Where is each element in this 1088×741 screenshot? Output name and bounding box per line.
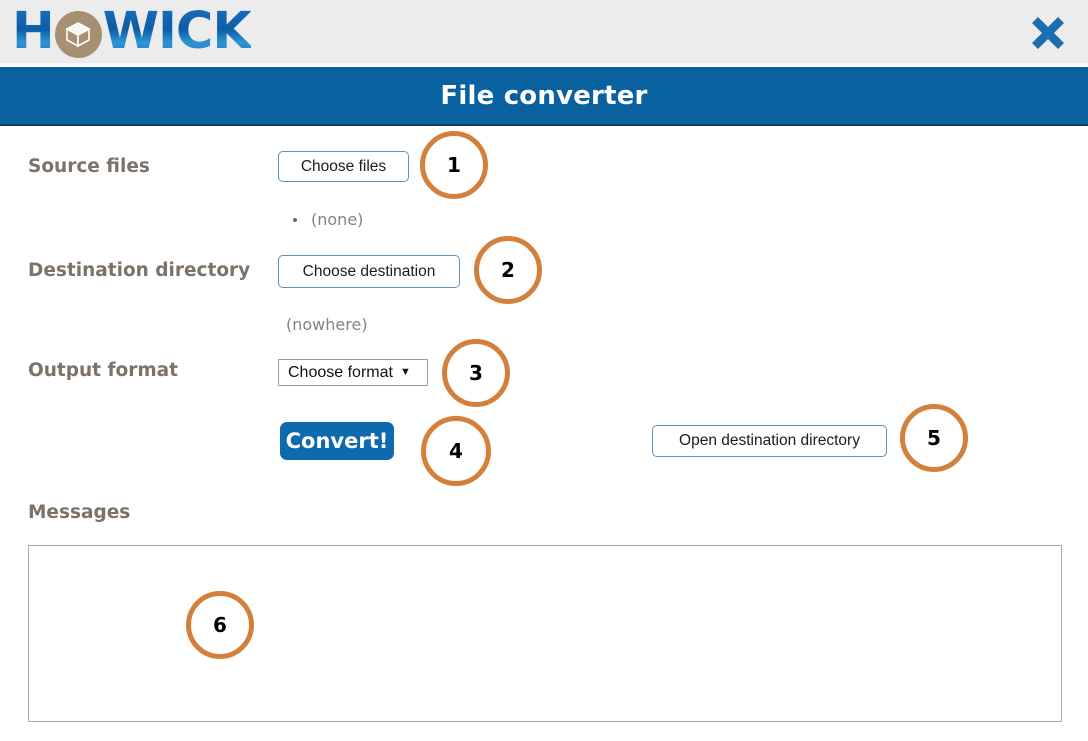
- output-format-selected-value: Choose format: [288, 363, 393, 381]
- bullet-icon: [293, 218, 297, 222]
- callout-2: 2: [474, 236, 542, 304]
- callout-5: 5: [900, 404, 968, 472]
- chevron-down-icon: ▼: [399, 366, 411, 378]
- window-title-bar: File converter: [0, 67, 1088, 126]
- choose-destination-button[interactable]: Choose destination: [278, 255, 460, 288]
- callout-3: 3: [442, 339, 510, 407]
- output-format-label: Output format: [28, 360, 178, 381]
- callout-4: 4: [421, 416, 491, 486]
- brand-header: H WICK: [0, 0, 1088, 65]
- close-icon[interactable]: [1022, 7, 1074, 59]
- messages-label: Messages: [28, 502, 131, 523]
- messages-output-box[interactable]: [28, 545, 1062, 722]
- cube-icon: [54, 10, 102, 58]
- source-files-value: (none): [311, 210, 364, 229]
- choose-files-button[interactable]: Choose files: [278, 151, 409, 182]
- source-files-label: Source files: [28, 156, 150, 177]
- destination-directory-label: Destination directory: [28, 260, 251, 281]
- destination-directory-value: (nowhere): [286, 315, 368, 334]
- logo-letter-wick: WICK: [102, 2, 252, 61]
- callout-6: 6: [186, 591, 254, 659]
- logo-letter-h: H: [12, 2, 55, 61]
- open-destination-directory-button[interactable]: Open destination directory: [652, 425, 887, 457]
- output-format-select[interactable]: Choose format ▼: [278, 359, 428, 386]
- howick-logo: H WICK: [12, 2, 252, 61]
- convert-button[interactable]: Convert!: [280, 422, 394, 460]
- callout-1: 1: [420, 131, 488, 199]
- page-title: File converter: [440, 80, 648, 111]
